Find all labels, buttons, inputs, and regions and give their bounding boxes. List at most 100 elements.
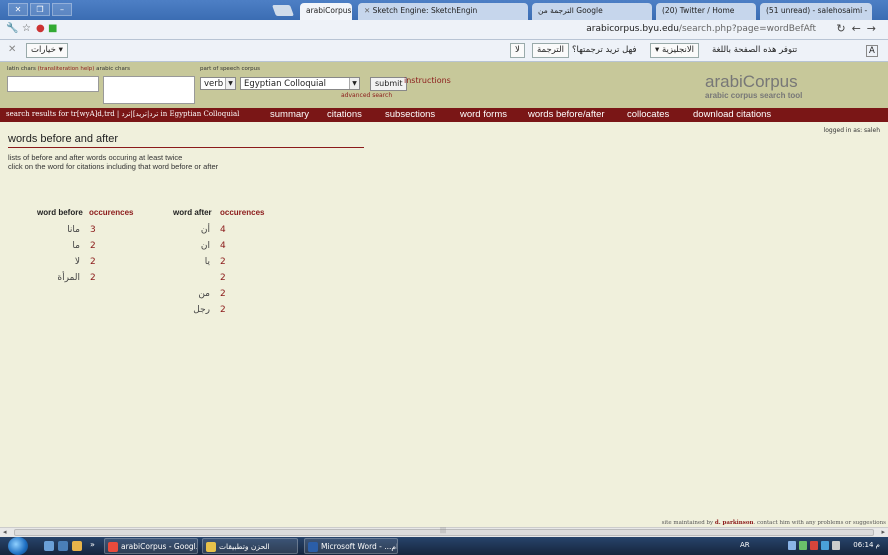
before-count: 2 [90, 257, 96, 267]
scroll-right-icon[interactable]: ▸ [881, 528, 885, 536]
tab-twitter[interactable]: (20) Twitter / Home [656, 3, 756, 20]
nav-summary[interactable]: summary [270, 109, 309, 120]
system-tray [788, 541, 840, 550]
forward-icon[interactable]: ← [852, 22, 867, 35]
after-count: 4 [220, 225, 226, 235]
nav-word-forms[interactable]: word forms [460, 109, 507, 120]
folder-icon [206, 542, 216, 552]
taskbar-item-chrome[interactable]: arabiCorpus - Googl... [104, 538, 198, 554]
pos-label: part of speech [200, 66, 240, 72]
address-bar: 🔧 ☆ ● ■ arabicorpus.byu.edu/search.php?p… [0, 20, 888, 40]
site-footer: site maintained by d. parkinson. contact… [661, 520, 886, 526]
pos-corpus-label: part of speech corpus [200, 66, 260, 72]
latin-chars-input[interactable] [7, 76, 99, 92]
translate-label: الترجمة [537, 45, 564, 55]
after-count: 2 [220, 273, 226, 283]
chrome-icon [108, 542, 118, 552]
more-icon[interactable]: » [90, 540, 100, 550]
after-word[interactable]: رجل [170, 305, 210, 315]
submit-button[interactable]: submit [370, 77, 408, 91]
quicklaunch-icon[interactable] [72, 541, 82, 551]
tab-arabicorpus[interactable]: arabiCorpus [300, 3, 352, 20]
scroll-grip-icon: ||| [440, 527, 447, 534]
tab-google-translate[interactable]: الترجمة من Google [532, 3, 652, 20]
tab-sketch-engine[interactable]: ✕ Sketch Engine: SketchEngin [358, 3, 528, 20]
chevron-down-icon: ▼ [225, 78, 235, 89]
nav-words-before-after[interactable]: words before/after [528, 109, 605, 120]
pos-select[interactable]: verb ▼ [200, 77, 236, 90]
after-word[interactable]: من [170, 289, 210, 299]
minimize-window-icon[interactable]: – [52, 3, 72, 16]
chevron-down-icon: ▼ [349, 78, 359, 89]
advanced-search-link[interactable]: advanced search [341, 92, 392, 99]
corpus-select[interactable]: Egyptian Colloquial ▼ [240, 77, 360, 90]
corpus-label: corpus [241, 66, 260, 72]
network-icon[interactable] [788, 541, 796, 550]
taskbar-item-label: arabiCorpus - Googl... [121, 542, 198, 551]
before-count: 2 [90, 241, 96, 251]
translate-message: تتوفر هذه الصفحة باللغة [712, 45, 798, 55]
extension-icon[interactable]: ● [36, 23, 45, 34]
taskbar-item-label: الحزن وتطبيقات [219, 542, 270, 551]
clock[interactable]: 06:14 م [853, 541, 880, 549]
extension-icon[interactable]: ■ [48, 23, 57, 34]
quicklaunch-icon[interactable] [58, 541, 68, 551]
transliteration-help-link[interactable]: (transliteration help) [38, 66, 95, 72]
before-occurences-header: occurences [89, 208, 134, 217]
nav-download-citations[interactable]: download citations [693, 109, 771, 120]
wrench-icon[interactable]: 🔧 [6, 23, 18, 34]
tab-label: (20) Twitter / Home [662, 6, 735, 15]
before-word[interactable]: المرأة [40, 273, 80, 283]
close-tab-icon[interactable]: ✕ [364, 6, 373, 15]
reload-icon[interactable]: ↻ [836, 22, 851, 35]
translate-question: فهل تريد ترجمتها؟ [572, 45, 637, 55]
show-desktop-icon[interactable] [44, 541, 54, 551]
after-count: 2 [220, 305, 226, 315]
horizontal-scrollbar[interactable]: ◂ ||| ▸ [0, 527, 888, 537]
taskbar-item-folder[interactable]: الحزن وتطبيقات [202, 538, 298, 554]
scroll-left-icon[interactable]: ◂ [3, 528, 7, 536]
before-word[interactable]: مانا [40, 225, 80, 235]
after-word[interactable]: يا [170, 257, 210, 267]
after-count: 4 [220, 241, 226, 251]
after-count: 2 [220, 257, 226, 267]
close-icon[interactable]: ✕ [8, 44, 16, 55]
no-label: لا [515, 45, 520, 55]
nav-citations[interactable]: citations [327, 109, 362, 120]
instructions-link[interactable]: instructions [404, 76, 451, 85]
after-occurences-header: occurences [220, 208, 265, 217]
nav-subsections[interactable]: subsections [385, 109, 435, 120]
taskbar-item-word[interactable]: Microsoft Word - ...ام [304, 538, 398, 554]
star-icon[interactable]: ☆ [22, 23, 31, 34]
before-word[interactable]: لا [40, 257, 80, 267]
options-label: خيارات [31, 45, 56, 55]
after-word[interactable]: ان [170, 241, 210, 251]
description-line: lists of before and after words occuring… [8, 153, 183, 162]
language-indicator[interactable]: AR [740, 541, 750, 549]
volume-icon[interactable] [832, 541, 840, 550]
new-tab-button[interactable] [271, 5, 295, 16]
translate-button[interactable]: الترجمة [532, 43, 569, 58]
after-count: 2 [220, 289, 226, 299]
before-word[interactable]: ما [40, 241, 80, 251]
language-select[interactable]: ▾ الانجليزية [650, 43, 700, 58]
brand-tagline: arabic corpus search tool [705, 91, 803, 100]
footer-prefix: site maintained by [661, 520, 714, 526]
options-button[interactable]: خيارات ▾ [26, 43, 68, 58]
translate-icon: A [866, 45, 878, 57]
pos-value: verb [204, 79, 224, 89]
tray-app-icon[interactable] [799, 541, 807, 550]
after-word[interactable]: أن [170, 225, 210, 235]
tray-app-icon[interactable] [821, 541, 829, 550]
nav-collocates[interactable]: collocates [627, 109, 669, 120]
arabic-chars-input[interactable] [103, 76, 195, 104]
no-translate-button[interactable]: لا [510, 43, 525, 58]
tray-app-icon[interactable] [810, 541, 818, 550]
close-window-icon[interactable]: ✕ [8, 3, 28, 16]
tab-mail[interactable]: (51 unread) - salehosaimi - [760, 3, 872, 20]
url-field[interactable]: arabicorpus.byu.edu/search.php?page=word… [586, 24, 816, 34]
back-icon[interactable]: → [867, 22, 882, 35]
maintainer-link[interactable]: d. parkinson [715, 520, 754, 526]
start-button[interactable] [8, 537, 28, 555]
restore-window-icon[interactable]: ❐ [30, 3, 50, 16]
